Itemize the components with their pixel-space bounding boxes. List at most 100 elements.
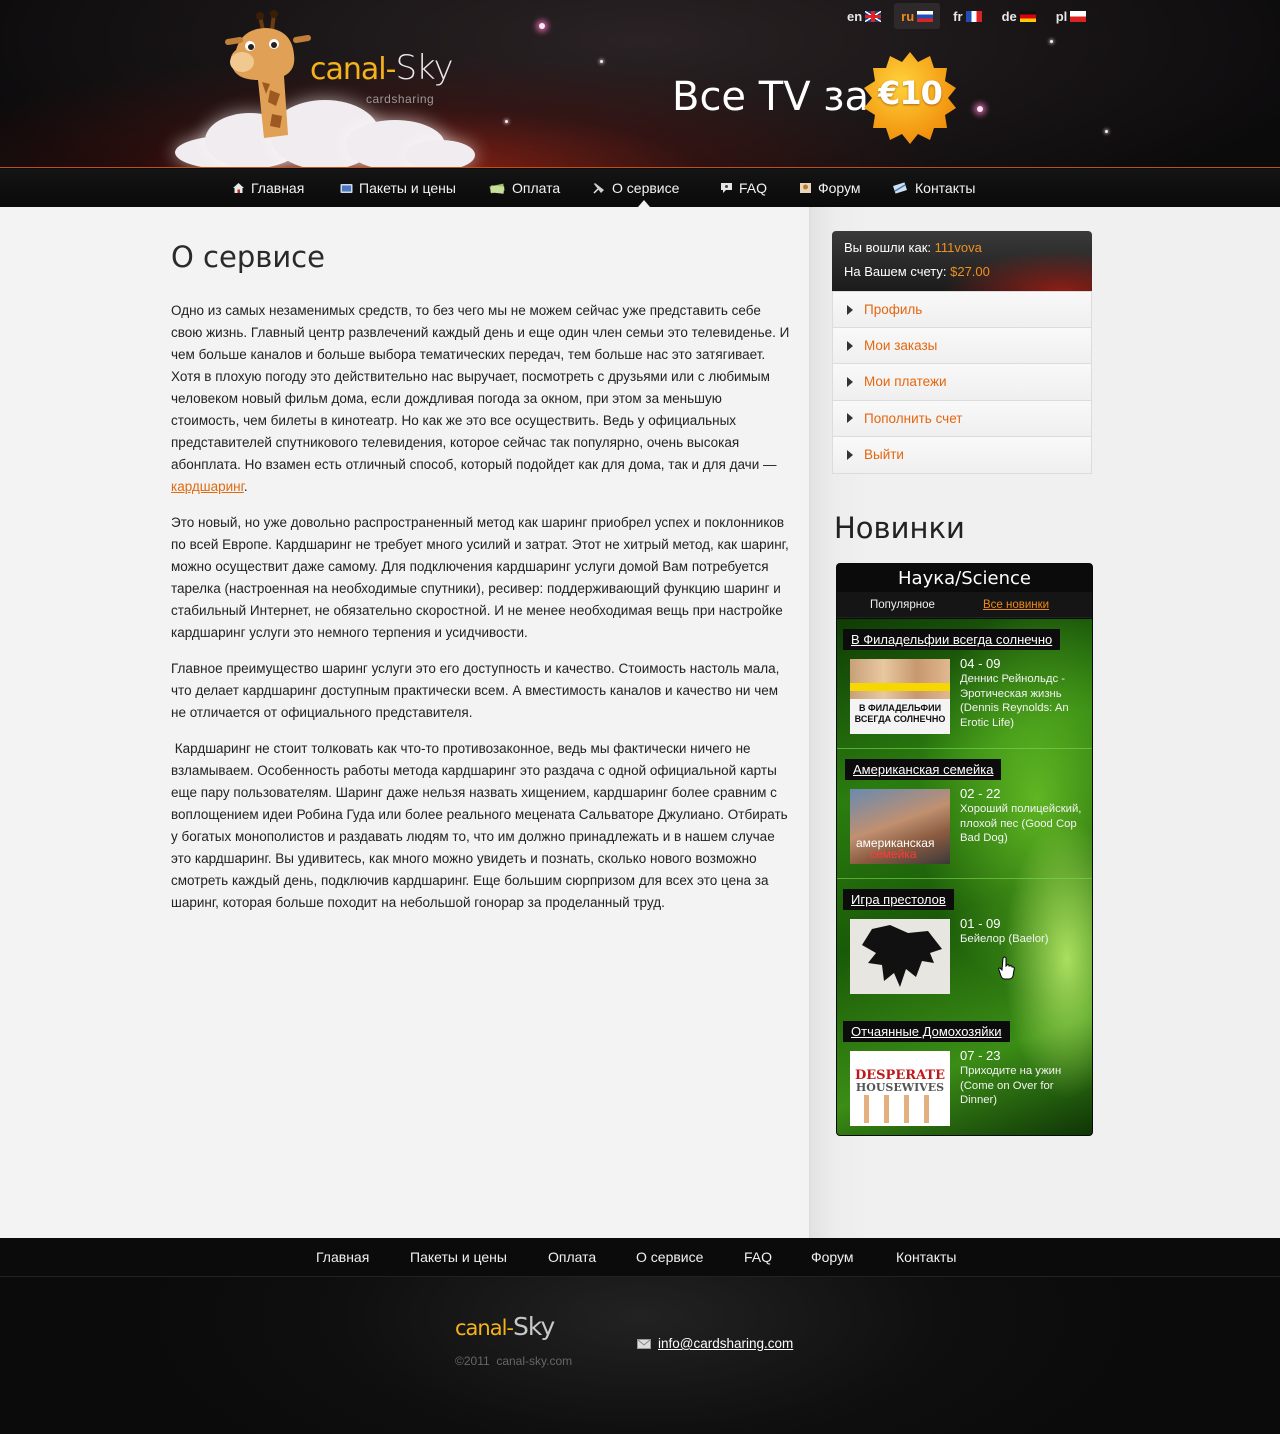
menu-item-topup[interactable]: Пополнить счет (833, 400, 1091, 437)
footer-nav-forum[interactable]: Форум (811, 1238, 854, 1277)
footer (0, 1277, 1280, 1434)
episode-number: 04 - 09 (960, 656, 1001, 671)
widget-body: В Филадельфии всегда солнечно В ФИЛАДЕЛЬ… (837, 619, 1092, 1135)
star-decoration (600, 60, 603, 63)
nav-item-packages[interactable]: Пакеты и цены (340, 169, 456, 207)
paragraph: Кардшаринг не стоит толковать как что-то… (171, 741, 792, 910)
star-decoration (505, 120, 508, 123)
lang-code: pl (1055, 8, 1068, 24)
episode-number: 01 - 09 (960, 916, 1001, 931)
nav-item-forum[interactable]: Форум (799, 169, 861, 207)
menu-item-orders[interactable]: Мои заказы (833, 328, 1091, 365)
brand-name-part1: canal- (455, 1316, 514, 1340)
home-icon (233, 183, 244, 193)
balance-value: $27.00 (950, 264, 990, 279)
widget-tabs: Популярное Все новинки (837, 592, 1092, 618)
france-flag-icon (965, 10, 982, 22)
envelope-icon (637, 1338, 651, 1349)
footer-nav-packages[interactable]: Пакеты и цены (410, 1238, 507, 1277)
tab-popular[interactable]: Популярное (870, 599, 935, 611)
lang-code: en (847, 8, 863, 24)
menu-label: Профиль (864, 302, 923, 318)
faq-icon (721, 183, 732, 193)
lang-pl[interactable]: pl (1049, 3, 1094, 29)
nav-item-about[interactable]: О сервисе (593, 169, 679, 207)
article-content: Одно из самых незаменимых средств, то бе… (171, 300, 791, 928)
account-menu: Профиль Мои заказы Мои платежи Пополнить… (832, 291, 1092, 474)
footer-nav-about[interactable]: О сервисе (636, 1238, 703, 1277)
arrow-right-icon (847, 449, 853, 460)
paragraph: Это новый, но уже довольно распространен… (171, 515, 789, 640)
header: canal-Sky cardsharing Все TV за €10 en r… (0, 0, 1280, 168)
show-thumbnail[interactable] (850, 919, 950, 994)
nav-label: Форум (818, 180, 861, 196)
footer-logo[interactable]: canal-Sky (455, 1312, 555, 1341)
tab-all-new[interactable]: Все новинки (983, 599, 1049, 611)
show-title[interactable]: Отчаянные Домохозяйки (843, 1021, 1010, 1042)
lang-code: fr (953, 8, 963, 24)
show-item: Американская семейка американская семейк… (837, 749, 1092, 879)
poland-flag-icon (1070, 10, 1087, 22)
show-thumbnail[interactable]: американская семейка (850, 789, 950, 864)
page-title: О сервисе (171, 240, 325, 274)
menu-item-profile[interactable]: Профиль (833, 292, 1091, 329)
menu-label: Мои заказы (864, 338, 938, 354)
nav-label: Контакты (915, 180, 976, 196)
star-decoration (539, 23, 545, 29)
episode-title: Деннис Рейнольдс - Эротическая жизнь (De… (960, 673, 1069, 729)
arrow-right-icon (847, 413, 853, 424)
poster-title: семейка (870, 847, 917, 861)
show-item: В Филадельфии всегда солнечно В ФИЛАДЕЛЬ… (837, 619, 1092, 749)
nav-item-contacts[interactable]: Контакты (891, 169, 975, 207)
show-title[interactable]: В Филадельфии всегда солнечно (843, 629, 1061, 650)
cardsharing-link[interactable]: кардшаринг (171, 479, 244, 494)
satellite-icon (593, 183, 604, 194)
footer-nav-contacts[interactable]: Контакты (896, 1238, 956, 1277)
brand-subtitle: cardsharing (366, 92, 435, 106)
contacts-icon (893, 182, 907, 194)
nav-item-payment[interactable]: Оплата (488, 169, 560, 207)
lang-ru[interactable]: ru (894, 3, 941, 29)
menu-label: Выйти (864, 447, 904, 463)
footer-nav-payment[interactable]: Оплата (548, 1238, 596, 1277)
language-switcher: en ru fr de pl (840, 3, 1099, 29)
tv-icon (340, 184, 353, 193)
episode-title: Хороший полицейский, плохой пес (Good Co… (960, 803, 1082, 844)
promo-price: €10 (878, 74, 943, 112)
star-decoration (977, 106, 983, 112)
email-link[interactable]: info@cardsharing.com (658, 1336, 793, 1351)
brand-name-part2: Sky (513, 1312, 555, 1341)
logged-in-label: Вы вошли как: (844, 240, 932, 255)
nav-item-home[interactable]: Главная (232, 169, 304, 207)
menu-item-payments[interactable]: Мои платежи (833, 364, 1091, 401)
poster-title: HOUSEWIVES (855, 1081, 945, 1094)
username: 111vova (934, 240, 982, 255)
forum-icon (800, 183, 811, 193)
nav-item-faq[interactable]: FAQ (720, 169, 767, 207)
show-title[interactable]: Игра престолов (843, 889, 954, 910)
lang-fr[interactable]: fr (946, 3, 988, 29)
show-thumbnail[interactable]: DESPERATE HOUSEWIVES (850, 1051, 950, 1126)
russia-flag-icon (917, 10, 934, 22)
nav-label: Оплата (512, 180, 561, 196)
episode-title: Приходите на ужин (Come on Over for Dinn… (960, 1065, 1062, 1106)
footer-email: info@cardsharing.com (637, 1336, 793, 1351)
brand-logo[interactable]: canal-Sky (310, 48, 454, 88)
menu-label: Мои платежи (864, 374, 947, 390)
lang-de[interactable]: de (995, 3, 1043, 29)
show-item: Игра престолов 01 - 09 Бейелор (Baelor) (837, 879, 1092, 1011)
arrow-right-icon (847, 340, 853, 351)
footer-nav-home[interactable]: Главная (316, 1238, 369, 1277)
brand-name-part1: canal- (310, 52, 396, 87)
show-thumbnail[interactable]: В ФИЛАДЕЛЬФИИ ВСЕГДА СОЛНЕЧНО (850, 659, 950, 734)
account-box: Вы вошли как: 111vova На Вашем счету: $2… (832, 231, 1092, 291)
brand-name-part2: Sky (395, 48, 453, 88)
lang-code: de (1001, 8, 1017, 24)
menu-label: Пополнить счет (864, 410, 963, 426)
lang-en[interactable]: en (840, 3, 888, 29)
nav-label: Пакеты и цены (359, 180, 456, 196)
footer-nav-faq[interactable]: FAQ (744, 1238, 772, 1277)
menu-item-logout[interactable]: Выйти (833, 436, 1091, 473)
show-title[interactable]: Американская семейка (845, 759, 1002, 780)
giraffe-mascot-icon (225, 10, 311, 138)
